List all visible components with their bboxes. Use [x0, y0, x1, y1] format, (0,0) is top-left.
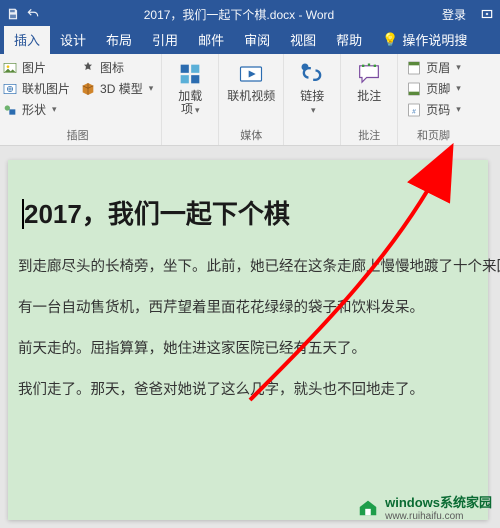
tab-view[interactable]: 视图: [280, 26, 326, 54]
svg-text:#: #: [412, 108, 416, 115]
links-button[interactable]: 链接 ▾: [290, 58, 334, 117]
pictures-label: 图片: [22, 59, 46, 76]
chevron-down-icon: ▾: [311, 105, 316, 115]
threeD-label: 3D 模型: [100, 80, 143, 97]
addins-icon: [176, 60, 204, 88]
watermark-logo-icon: [357, 496, 379, 518]
tab-references[interactable]: 引用: [142, 26, 188, 54]
online-pictures-icon: [2, 81, 18, 97]
watermark-url: www.ruihaifu.com: [385, 511, 492, 522]
online-video-label: 联机视频: [227, 90, 275, 103]
page-number-button[interactable]: # 页码 ▾: [404, 100, 463, 119]
lightbulb-icon: 💡: [382, 32, 398, 48]
shapes-button[interactable]: 形状 ▾: [0, 100, 72, 119]
group-illustrations-label: 插图: [0, 126, 155, 145]
tell-me-label: 操作说明搜: [402, 30, 467, 49]
footer-label: 页脚: [426, 80, 450, 97]
ribbon-display-icon[interactable]: [480, 7, 494, 21]
footer-icon: [406, 81, 422, 97]
links-label: 链接: [300, 89, 324, 103]
online-pictures-button[interactable]: 联机图片: [0, 79, 72, 98]
comment-icon: [355, 60, 383, 88]
header-label: 页眉: [426, 59, 450, 76]
document-area[interactable]: 2017，我们一起下个棋 到走廊尽头的长椅旁，坐下。此前，她已经在这条走廊上慢慢…: [0, 146, 500, 528]
video-icon: [237, 60, 265, 88]
tab-review[interactable]: 审阅: [234, 26, 280, 54]
watermark-brand: windows系统家园: [385, 492, 492, 511]
paragraph[interactable]: 到走廊尽头的长椅旁，坐下。此前，她已经在这条走廊上慢慢地踱了十个来回。: [18, 245, 488, 286]
tab-help[interactable]: 帮助: [326, 26, 372, 54]
document-title[interactable]: 2017，我们一起下个棋: [18, 190, 488, 245]
save-icon[interactable]: [6, 7, 20, 21]
group-addins: 加载项▾: [162, 54, 219, 145]
tell-me[interactable]: 💡 操作说明搜: [372, 26, 477, 54]
header-icon: [406, 60, 422, 76]
shapes-icon: [2, 102, 18, 118]
page-number-icon: #: [406, 102, 422, 118]
shapes-label: 形状: [22, 101, 46, 118]
window-title: 2017，我们一起下个棋.docx - Word: [48, 6, 430, 23]
group-addins-label: [168, 142, 212, 145]
online-pictures-label: 联机图片: [22, 80, 70, 97]
addins-label-1: 加载: [178, 89, 202, 103]
tab-layout[interactable]: 布局: [96, 26, 142, 54]
watermark: windows系统家园 www.ruihaifu.com: [357, 492, 492, 522]
comment-label: 批注: [357, 90, 381, 103]
footer-button[interactable]: 页脚 ▾: [404, 79, 463, 98]
chevron-down-icon: ▾: [195, 105, 200, 115]
paragraph[interactable]: 我们走了。那天，爸爸对她说了这么几字，就头也不回地走了。: [18, 368, 488, 409]
title-bar: 2017，我们一起下个棋.docx - Word 登录: [0, 0, 500, 28]
header-button[interactable]: 页眉 ▾: [404, 58, 463, 77]
pictures-icon: [2, 60, 18, 76]
group-header-footer-label: 和页脚: [404, 126, 463, 145]
chevron-down-icon: ▾: [149, 83, 154, 94]
tab-design[interactable]: 设计: [50, 26, 96, 54]
group-comments-label: 批注: [347, 126, 391, 145]
page[interactable]: 2017，我们一起下个棋 到走廊尽头的长椅旁，坐下。此前，她已经在这条走廊上慢慢…: [8, 160, 488, 520]
online-video-button[interactable]: 联机视频: [225, 58, 277, 103]
group-links: 链接 ▾: [284, 54, 341, 145]
pictures-button[interactable]: 图片: [0, 58, 72, 77]
link-icon: [298, 60, 326, 88]
icons-button[interactable]: 图标: [78, 58, 155, 77]
group-comments: 批注 批注: [341, 54, 398, 145]
group-media: 联机视频 媒体: [219, 54, 284, 145]
paragraph[interactable]: 有一台自动售货机，西芹望着里面花花绿绿的袋子和饮料发呆。: [18, 286, 488, 327]
chevron-down-icon: ▾: [456, 83, 461, 94]
chevron-down-icon: ▾: [456, 62, 461, 73]
icons-label: 图标: [100, 59, 124, 76]
group-illustrations: 图片 联机图片 形状 ▾ 图标 3D 模: [0, 54, 162, 145]
addins-label-2: 项: [181, 102, 193, 116]
undo-icon[interactable]: [26, 7, 40, 21]
comment-button[interactable]: 批注: [347, 58, 391, 103]
icons-icon: [80, 60, 96, 76]
cube-icon: [80, 81, 96, 97]
threeD-button[interactable]: 3D 模型 ▾: [78, 79, 155, 98]
login-button[interactable]: 登录: [438, 6, 470, 23]
quick-access-toolbar: [6, 7, 40, 21]
title-bar-right: 登录: [438, 6, 494, 23]
chevron-down-icon: ▾: [52, 104, 57, 115]
group-header-footer: 页眉 ▾ 页脚 ▾ # 页码 ▾ 和页脚: [398, 54, 469, 145]
tab-insert[interactable]: 插入: [4, 26, 50, 54]
ribbon: 图片 联机图片 形状 ▾ 图标 3D 模: [0, 54, 500, 146]
page-number-label: 页码: [426, 101, 450, 118]
ribbon-tabs: 插入 设计 布局 引用 邮件 审阅 视图 帮助 💡 操作说明搜: [0, 28, 500, 54]
addins-button[interactable]: 加载项▾: [168, 58, 212, 117]
tab-mailings[interactable]: 邮件: [188, 26, 234, 54]
group-links-label: [290, 142, 334, 145]
chevron-down-icon: ▾: [456, 104, 461, 115]
paragraph[interactable]: 前天走的。屈指算算，她住进这家医院已经有五天了。: [18, 327, 488, 368]
group-media-label: 媒体: [225, 126, 277, 145]
